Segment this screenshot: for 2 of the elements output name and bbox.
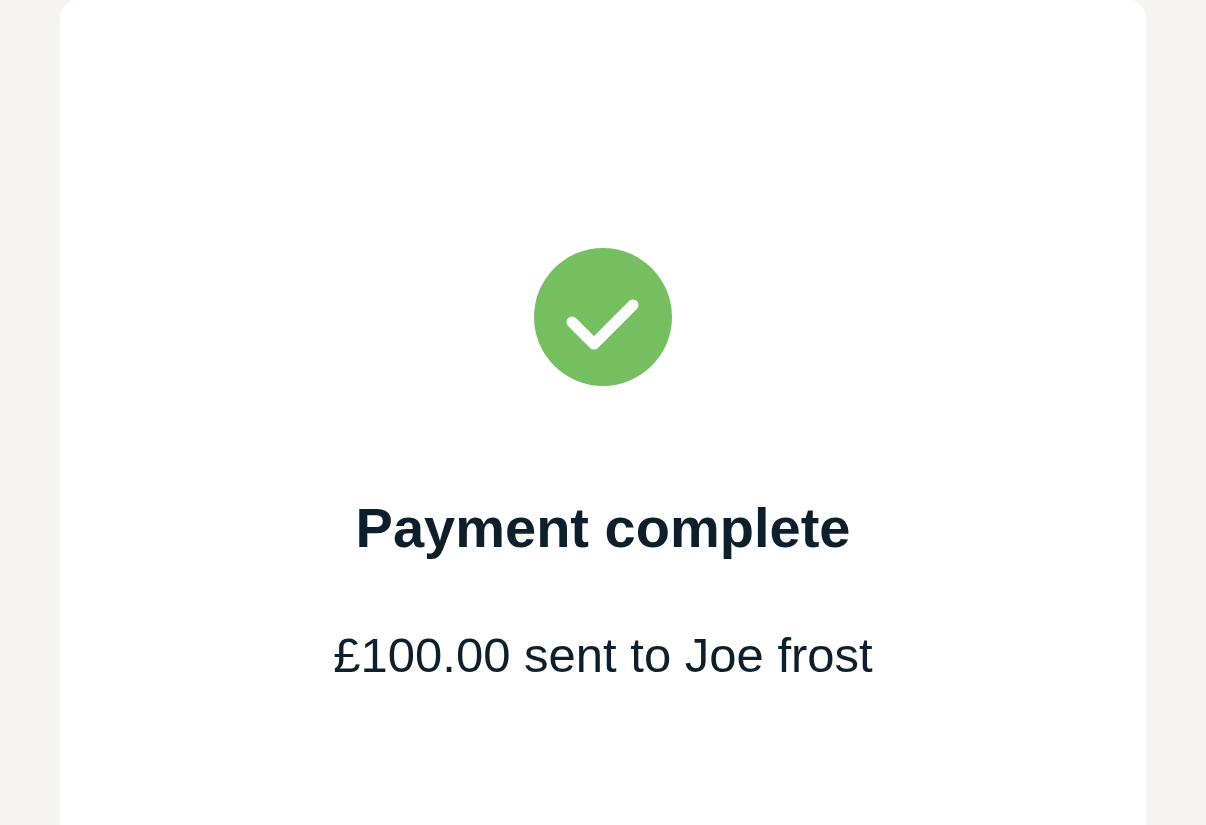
payment-title: Payment complete	[355, 495, 851, 561]
payment-message: £100.00 sent to Joe frost	[333, 627, 873, 685]
